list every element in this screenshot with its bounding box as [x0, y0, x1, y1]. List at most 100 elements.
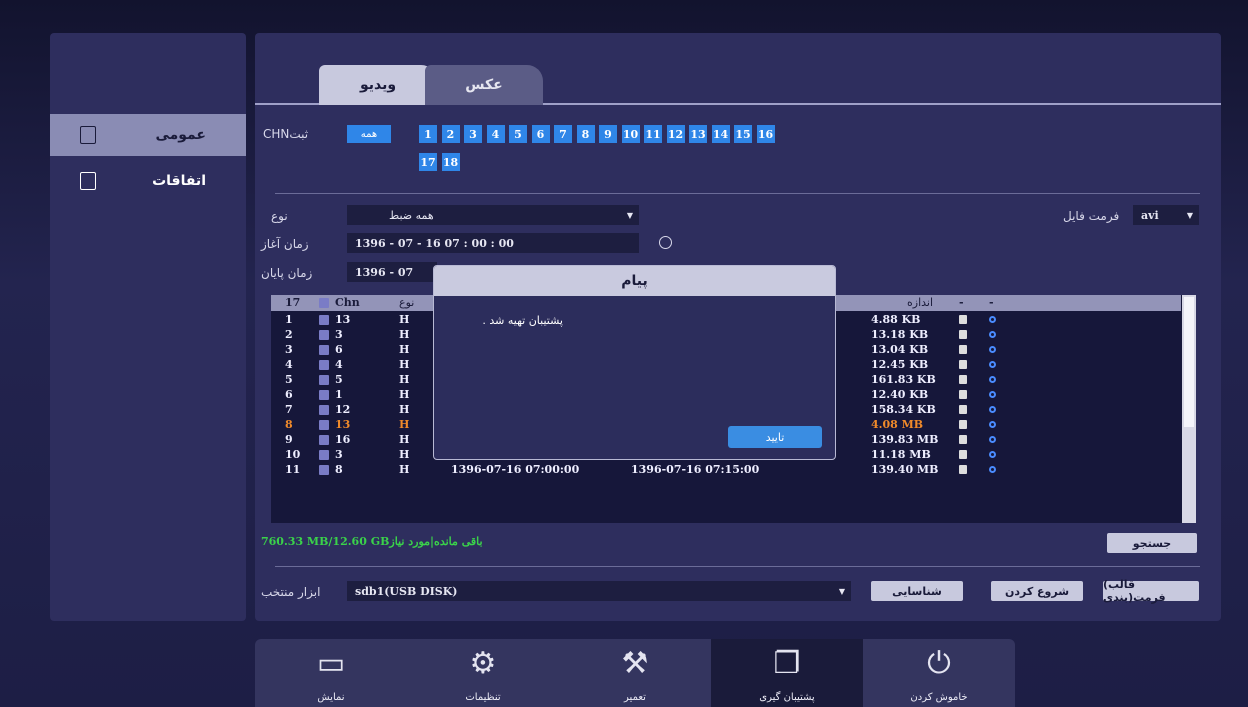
- channel-button-3[interactable]: 3: [464, 125, 482, 143]
- device-label: ابزار منتخب: [261, 585, 321, 599]
- lock-icon[interactable]: [959, 405, 967, 414]
- row-size: 12.45 KB: [871, 358, 929, 371]
- channel-button-18[interactable]: 18: [441, 153, 460, 171]
- ok-button[interactable]: تایید: [728, 426, 822, 448]
- start-time-label: زمان آغاز: [261, 237, 309, 251]
- lock-icon[interactable]: [959, 345, 967, 354]
- row-type: H: [399, 433, 410, 446]
- search-button[interactable]: جستجو: [1107, 533, 1197, 553]
- play-icon[interactable]: [989, 316, 996, 323]
- sidebar-item-general[interactable]: عمومی: [50, 114, 246, 156]
- tools-icon: ⚒: [621, 646, 649, 681]
- channel-button-5[interactable]: 5: [509, 125, 527, 143]
- dock-shutdown[interactable]: ⏻ خاموش کردن: [863, 639, 1015, 707]
- row-checkbox[interactable]: [319, 435, 329, 445]
- dock-backup[interactable]: ❐ پشتیبان گیری: [711, 639, 863, 707]
- play-icon[interactable]: [989, 421, 996, 428]
- row-size: 161.83 KB: [871, 373, 936, 386]
- lock-icon[interactable]: [959, 330, 967, 339]
- channel-button-11[interactable]: 11: [644, 125, 662, 143]
- channel-button-12[interactable]: 12: [666, 125, 685, 143]
- channel-button-9[interactable]: 9: [599, 125, 617, 143]
- lock-icon[interactable]: [959, 390, 967, 399]
- row-checkbox[interactable]: [319, 345, 329, 355]
- start-time-input[interactable]: 1396 - 07 - 16 07 : 00 : 00: [347, 233, 639, 253]
- tab-bar: ویدیو عکس: [255, 33, 1221, 105]
- channel-button-16[interactable]: 16: [756, 125, 775, 143]
- lock-icon[interactable]: [959, 450, 967, 459]
- lock-icon[interactable]: [959, 315, 967, 324]
- file-format-select[interactable]: avi ▼: [1133, 205, 1199, 225]
- start-backup-button[interactable]: شروع کردن: [991, 581, 1083, 601]
- lock-icon[interactable]: [959, 420, 967, 429]
- row-number: 7: [285, 403, 293, 416]
- clock-icon[interactable]: [659, 236, 672, 249]
- play-icon[interactable]: [989, 376, 996, 383]
- row-channel: 1: [335, 388, 343, 401]
- lock-icon[interactable]: [959, 375, 967, 384]
- channel-button-6[interactable]: 6: [531, 125, 550, 143]
- play-icon[interactable]: [989, 406, 996, 413]
- play-icon[interactable]: [989, 451, 996, 458]
- channel-button-4[interactable]: 4: [486, 125, 505, 143]
- format-button[interactable]: (قالب بندی)فرمت: [1103, 578, 1199, 604]
- play-icon[interactable]: [989, 346, 996, 353]
- play-icon[interactable]: [989, 436, 996, 443]
- play-icon[interactable]: [989, 331, 996, 338]
- channel-button-1[interactable]: 1: [419, 125, 437, 143]
- header-size: اندازه: [907, 296, 934, 309]
- channel-button-2[interactable]: 2: [441, 125, 460, 143]
- lock-icon[interactable]: [959, 435, 967, 444]
- row-type: H: [399, 388, 410, 401]
- dock-maintenance[interactable]: ⚒ تعمیر: [559, 639, 711, 707]
- play-icon[interactable]: [989, 391, 996, 398]
- dock-label: تعمیر: [624, 692, 646, 703]
- row-number: 11: [285, 463, 301, 476]
- row-size: 139.40 MB: [871, 463, 939, 476]
- row-checkbox[interactable]: [319, 465, 329, 475]
- scrollbar-thumb[interactable]: [1184, 297, 1194, 427]
- device-select[interactable]: sdb1(USB DISK) ▼: [347, 581, 851, 601]
- lock-icon[interactable]: [959, 465, 967, 474]
- row-checkbox[interactable]: [319, 450, 329, 460]
- row-checkbox[interactable]: [319, 390, 329, 400]
- row-size: 158.34 KB: [871, 403, 936, 416]
- row-channel: 5: [335, 373, 343, 386]
- channel-button-15[interactable]: 15: [734, 125, 752, 143]
- tab-video[interactable]: ویدیو: [319, 65, 437, 105]
- row-channel: 6: [335, 343, 343, 356]
- dock-settings[interactable]: ⚙ تنظیمات: [407, 639, 559, 707]
- channel-button-8[interactable]: 8: [576, 125, 595, 143]
- table-row[interactable]: 11 8 H 1396-07-16 07:00:00 1396-07-16 07:15:…: [271, 463, 1181, 477]
- sidebar-item-events[interactable]: اتفاقات: [50, 160, 246, 202]
- play-icon[interactable]: [989, 361, 996, 368]
- row-number: 8: [285, 418, 293, 431]
- row-checkbox[interactable]: [319, 330, 329, 340]
- play-icon[interactable]: [989, 466, 996, 473]
- row-checkbox[interactable]: [319, 375, 329, 385]
- all-channels-button[interactable]: همه: [347, 125, 391, 143]
- end-time-input[interactable]: 1396 - 07: [347, 262, 437, 282]
- channel-button-17[interactable]: 17: [419, 153, 437, 171]
- channel-button-13[interactable]: 13: [689, 125, 707, 143]
- row-number: 2: [285, 328, 293, 341]
- type-select[interactable]: همه ضبط ▼: [347, 205, 639, 225]
- row-type: H: [399, 448, 410, 461]
- channel-button-10[interactable]: 10: [621, 125, 640, 143]
- channel-button-14[interactable]: 14: [711, 125, 730, 143]
- header-chn: Chn: [335, 296, 360, 309]
- row-type: H: [399, 358, 410, 371]
- row-checkbox[interactable]: [319, 315, 329, 325]
- lock-icon[interactable]: [959, 360, 967, 369]
- row-checkbox[interactable]: [319, 420, 329, 430]
- channel-button-7[interactable]: 7: [554, 125, 572, 143]
- tab-photo[interactable]: عکس: [425, 65, 543, 105]
- row-number: 9: [285, 433, 293, 446]
- save-icon: [80, 126, 96, 144]
- row-checkbox[interactable]: [319, 360, 329, 370]
- table-scrollbar[interactable]: [1182, 295, 1196, 523]
- dock-display[interactable]: ▭ نمایش: [255, 639, 407, 707]
- row-checkbox[interactable]: [319, 405, 329, 415]
- select-all-checkbox[interactable]: [319, 298, 329, 308]
- detect-button[interactable]: شناسایی: [871, 581, 963, 601]
